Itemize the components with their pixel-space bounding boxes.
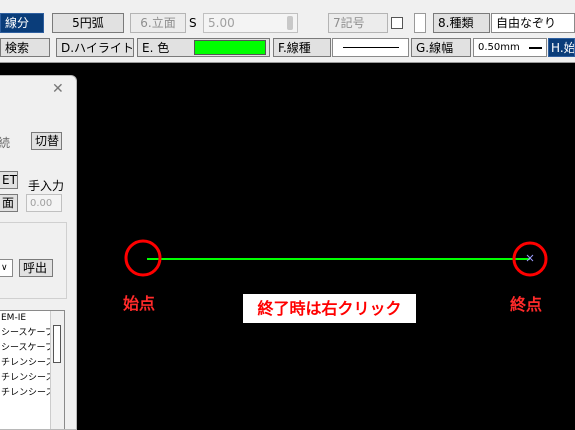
drawing-canvas[interactable] <box>0 0 575 428</box>
start-point-label: 始点 <box>123 294 156 313</box>
right-click-note: 終了時は右クリック <box>243 294 416 323</box>
end-point-label: 終点 <box>510 295 543 314</box>
